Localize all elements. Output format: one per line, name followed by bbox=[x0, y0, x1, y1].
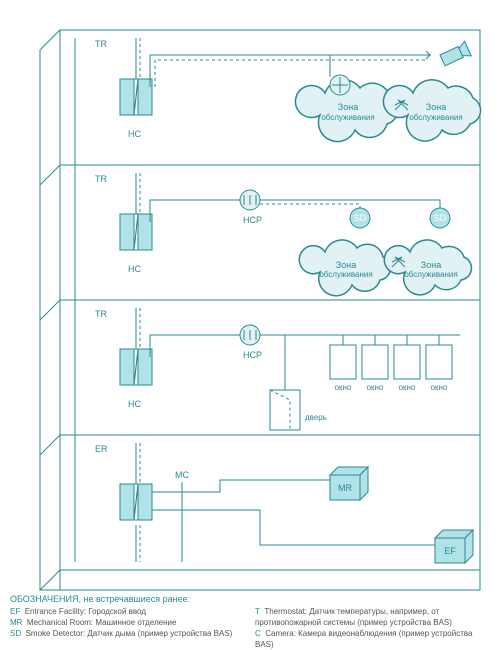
thermostat-icon bbox=[330, 75, 350, 95]
hcp-label: HCP bbox=[243, 215, 262, 225]
legend-row: T Thermostat: Датчик температуры, наприм… bbox=[255, 606, 490, 628]
svg-text:Зона: Зона bbox=[336, 260, 356, 270]
door-label: дверь bbox=[305, 413, 327, 422]
hcp-icon bbox=[240, 325, 260, 345]
legend-heading: ОБОЗНАЧЕНИЯ, не встречавшиеся ранее: bbox=[10, 594, 490, 604]
floor-3: TR HC HCP окно bbox=[95, 308, 460, 430]
service-zone-cloud: Зона обслуживания bbox=[383, 80, 480, 141]
svg-text:обслуживания: обслуживания bbox=[409, 113, 462, 122]
window-label: окно bbox=[431, 383, 448, 392]
floor-4: ER MC MR EF bbox=[95, 443, 473, 563]
svg-text:Зона: Зона bbox=[426, 102, 446, 112]
svg-text:Зона: Зона bbox=[338, 102, 358, 112]
hcp-label: HCP bbox=[243, 350, 262, 360]
svg-text:обслуживания: обслуживания bbox=[319, 270, 372, 279]
hc-label: HC bbox=[128, 399, 141, 409]
floor-1: TR HC Зона обслуживания Зона обслуживани… bbox=[95, 38, 481, 142]
mc-label: MC bbox=[175, 470, 189, 480]
hc-rack bbox=[120, 349, 152, 385]
tr-label: TR bbox=[95, 39, 107, 49]
mr-box-icon: MR bbox=[330, 467, 368, 500]
ef-box-icon: EF bbox=[435, 530, 473, 563]
legend-row: EF Entrance Facility: Городской ввод bbox=[10, 606, 245, 617]
hc-label: HC bbox=[128, 129, 141, 139]
building-bas-diagram: TR HC Зона обслуживания Зона обслуживани… bbox=[0, 0, 500, 637]
hc-rack bbox=[120, 214, 152, 250]
legend-row: C Camera: Камера видеонаблюдения (пример… bbox=[255, 628, 490, 650]
svg-text:SD: SD bbox=[434, 213, 447, 223]
service-zone-cloud: Зона обслуживания bbox=[299, 240, 390, 296]
svg-text:SD: SD bbox=[354, 213, 367, 223]
tr-label: TR bbox=[95, 174, 107, 184]
camera-icon bbox=[439, 41, 471, 67]
legend: ОБОЗНАЧЕНИЯ, не встречавшиеся ранее: EF … bbox=[10, 594, 490, 650]
svg-text:Зона: Зона bbox=[421, 260, 441, 270]
door-icon: дверь bbox=[270, 335, 327, 430]
mc-rack bbox=[120, 484, 152, 520]
svg-text:MR: MR bbox=[338, 483, 352, 493]
floor-2: TR HC HCP SD SD bbox=[95, 173, 471, 296]
window-label: окно bbox=[335, 383, 352, 392]
smoke-detector-icon: SD bbox=[350, 208, 370, 228]
smoke-detector-icon: SD bbox=[430, 208, 450, 228]
tr-label: TR bbox=[95, 309, 107, 319]
service-zone-cloud: Зона обслуживания bbox=[384, 240, 471, 295]
hc-rack bbox=[120, 79, 152, 115]
hcp-icon bbox=[240, 190, 260, 210]
svg-text:обслуживания: обслуживания bbox=[321, 113, 374, 122]
windows: окно окно окно окно bbox=[330, 335, 452, 392]
hc-label: HC bbox=[128, 264, 141, 274]
svg-text:EF: EF bbox=[444, 546, 456, 556]
svg-text:обслуживания: обслуживания bbox=[404, 270, 457, 279]
legend-row: MR Mechanical Room: Машинное отделение bbox=[10, 617, 245, 628]
legend-row: SD Smoke Detector: Датчик дыма (пример у… bbox=[10, 628, 245, 639]
er-label: ER bbox=[95, 444, 108, 454]
window-label: окно bbox=[367, 383, 384, 392]
window-label: окно bbox=[399, 383, 416, 392]
